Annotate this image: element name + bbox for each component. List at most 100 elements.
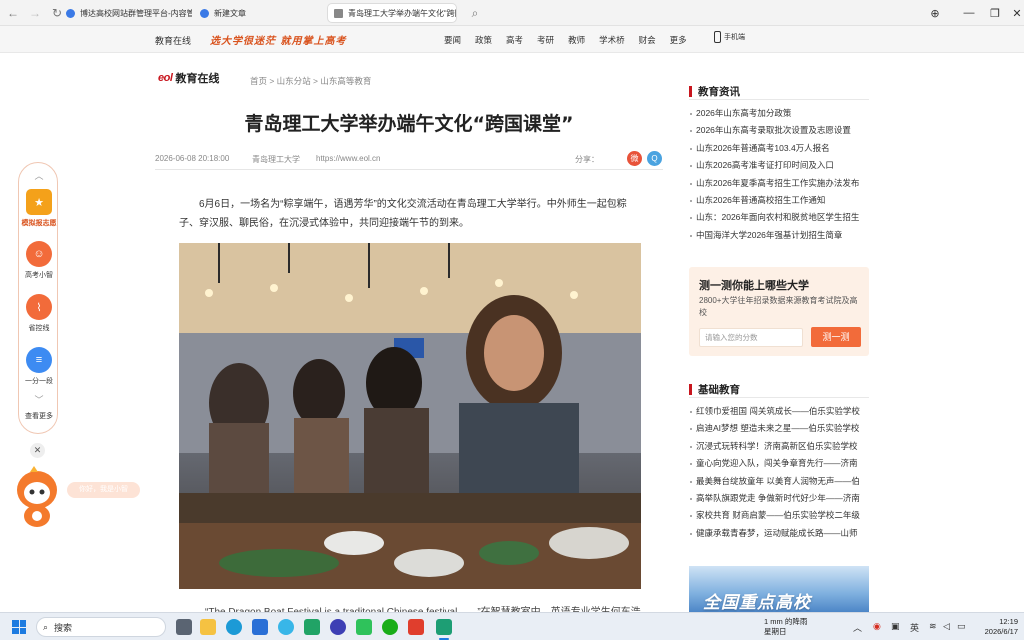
logo-mark: eol <box>158 72 173 84</box>
wps-icon[interactable] <box>408 619 424 635</box>
app-icon[interactable] <box>330 619 346 635</box>
weather-widget[interactable]: 1 mm 的降雨 星期日 <box>764 617 807 637</box>
quiz-submit-button[interactable]: 测一测 <box>811 327 861 347</box>
basic-edu-item[interactable]: 高举队旗跟党走 争做新时代好少年——济南 <box>689 490 869 507</box>
float-item-robot[interactable]: ☺ 高考小智 <box>19 241 59 280</box>
weibo-share-icon[interactable]: 微 <box>627 151 642 166</box>
article-url[interactable]: https://www.eol.cn <box>316 154 380 163</box>
menu-item[interactable]: 要闻 <box>444 34 461 46</box>
article-source: 青岛理工大学 <box>252 155 300 164</box>
tray-app-icon[interactable]: ▣ <box>891 621 900 632</box>
news-item[interactable]: 2026年山东高考录取批次设置及志愿设置 <box>689 122 869 139</box>
mobile-link[interactable]: 手机端 <box>714 31 745 43</box>
close-widget-icon[interactable]: ✕ <box>30 443 45 458</box>
task-view-icon[interactable] <box>176 619 192 635</box>
globe-icon[interactable]: ⊕ <box>922 0 948 26</box>
basic-edu-item[interactable]: 沉浸式玩转科学！济南高新区伯乐实验学校 <box>689 438 869 455</box>
article-date: 2026-06-08 20:18:00 <box>155 154 230 163</box>
windows-start-icon[interactable] <box>12 620 26 634</box>
edge-icon[interactable] <box>226 619 242 635</box>
volume-icon[interactable]: ◁ <box>943 621 950 632</box>
tab-title: 博达高校网站群管理平台-内容管理 <box>80 8 192 18</box>
view-more-link[interactable]: 查看更多 <box>19 411 59 421</box>
close-window-icon[interactable]: ✕ <box>1004 0 1024 26</box>
float-item-volunteer[interactable]: ★ 模拟报志愿 <box>19 189 59 228</box>
weather-text: 1 mm 的降雨 <box>764 617 808 626</box>
taskbar-search[interactable]: ⌕ 搜索 <box>36 617 166 637</box>
basic-edu-item[interactable]: 健康承载青春梦，运动赋能成长路——山师 <box>689 525 869 542</box>
active-app-icon[interactable] <box>436 619 452 635</box>
news-item[interactable]: 山东2026年普通高考103.4万人报名 <box>689 140 869 157</box>
basic-edu-item[interactable]: 启迪AI梦想 塑造未来之星——伯乐实验学校 <box>689 420 869 437</box>
key-university-banner[interactable]: 全国重点高校 <box>689 566 869 612</box>
minimize-icon[interactable]: — <box>956 0 982 26</box>
float-item-label: 一分一段 <box>25 378 53 385</box>
news-item[interactable]: 山东：2026年面向农村和脱贫地区学生招生 <box>689 209 869 226</box>
news-item[interactable]: 山东2026高考准考证打印时间及入口 <box>689 157 869 174</box>
eol-logo[interactable]: eol 教育在线 <box>158 70 219 86</box>
site-top-nav: 教育在线 选大学很迷茫 就用掌上高考 要闻 政策 高考 考研 教师 学术桥 财会… <box>0 26 1024 53</box>
score-quiz-box: 测一测你能上哪些大学 2800+大学往年招录数据来源教育考试院及高校 请输入您的… <box>689 267 869 356</box>
file-explorer-icon[interactable] <box>200 619 216 635</box>
tab-new-article[interactable]: 新建文章 <box>194 3 324 23</box>
qq-share-icon[interactable]: Q <box>647 151 662 166</box>
tray-chevron-icon[interactable]: ︿ <box>853 621 862 634</box>
floating-tool-bar: ︿ ★ 模拟报志愿 ☺ 高考小智 ⌇ 省控线 ≡ 一分一段 ﹀ 查看更多 <box>18 162 58 434</box>
site-brand-link[interactable]: 教育在线 <box>155 34 191 47</box>
section-title-basic: 基础教育 <box>689 382 740 397</box>
forward-icon[interactable]: → <box>26 4 44 22</box>
menu-item-more[interactable]: 更多 <box>670 34 687 46</box>
tab-article[interactable]: 青岛理工大学举办端午文化“跨国课 ✕ <box>327 3 457 23</box>
document-icon: ≡ <box>26 347 52 373</box>
breadcrumb[interactable]: 首页 > 山东分站 > 山东高等教育 <box>250 75 371 87</box>
back-icon[interactable]: ← <box>4 4 22 22</box>
chevron-up-icon[interactable]: ︿ <box>19 169 59 182</box>
menu-item[interactable]: 学术桥 <box>599 34 625 46</box>
basic-edu-item[interactable]: 红领巾爱祖国 闯关筑成长——伯乐实验学校 <box>689 403 869 420</box>
tab-content-management[interactable]: 博达高校网站群管理平台-内容管理 <box>60 3 192 23</box>
store-icon[interactable] <box>252 619 268 635</box>
weather-day: 星期日 <box>764 627 787 636</box>
clock-time: 12:19 <box>999 617 1018 626</box>
news-list: 2026年山东高考加分政策 2026年山东高考录取批次设置及志愿设置 山东202… <box>689 105 869 244</box>
article-meta: 2026-06-08 20:18:00 青岛理工大学 https://www.e… <box>155 150 663 170</box>
menu-item[interactable]: 高考 <box>506 34 523 46</box>
battery-icon[interactable]: ▭ <box>957 621 966 632</box>
menu-item[interactable]: 财会 <box>639 34 656 46</box>
taskbar-search-label: 搜索 <box>54 622 73 633</box>
mascot-bubble[interactable]: 你好，我是小智 <box>67 482 140 498</box>
basic-edu-item[interactable]: 童心向党迎入队，闯关争章育先行——济南 <box>689 455 869 472</box>
float-item-label: 高考小智 <box>25 272 53 279</box>
mascot-icon[interactable] <box>12 466 62 528</box>
float-item-control-line[interactable]: ⌇ 省控线 <box>19 294 59 333</box>
phone-icon <box>714 31 721 43</box>
app-icon[interactable] <box>304 619 320 635</box>
quiz-description: 2800+大学往年招录数据来源教育考试院及高校 <box>699 296 858 317</box>
menu-item[interactable]: 政策 <box>475 34 492 46</box>
float-item-score-rank[interactable]: ≡ 一分一段 <box>19 347 59 386</box>
score-input[interactable]: 请输入您的分数 <box>699 328 803 347</box>
quiz-title: 测一测你能上哪些大学 <box>699 280 809 292</box>
menu-item[interactable]: 考研 <box>537 34 554 46</box>
menu-item[interactable]: 教师 <box>568 34 585 46</box>
browser-icon[interactable] <box>278 619 294 635</box>
wechat-icon[interactable] <box>382 619 398 635</box>
chevron-down-icon[interactable]: ﹀ <box>19 393 59 406</box>
app-icon[interactable] <box>356 619 372 635</box>
news-item[interactable]: 山东2026年夏季高考招生工作实施办法发布 <box>689 175 869 192</box>
news-item[interactable]: 中国海洋大学2026年强基计划招生简章 <box>689 227 869 244</box>
news-item[interactable]: 2026年山东高考加分政策 <box>689 105 869 122</box>
security-icon[interactable]: ◉ <box>873 621 881 632</box>
basic-edu-item[interactable]: 家校共育 财商启蒙——伯乐实验学校二年级 <box>689 507 869 524</box>
windows-taskbar: ⌕ 搜索 1 mm 的降雨 星期日 ︿ ◉ ▣ 英 ≋ ◁ ▭ 12:19 20… <box>0 612 1024 640</box>
wifi-icon[interactable]: ≋ <box>929 621 937 632</box>
mobile-label: 手机端 <box>724 34 745 41</box>
logo-name: 教育在线 <box>175 73 220 85</box>
taskbar-clock[interactable]: 12:19 2026/6/17 <box>978 617 1018 637</box>
search-tabs-icon[interactable]: ⌕ <box>466 4 484 22</box>
ime-indicator[interactable]: 英 <box>910 621 919 634</box>
news-item[interactable]: 山东2026年普通高校招生工作通知 <box>689 192 869 209</box>
link-icon <box>334 8 343 18</box>
site-slogan[interactable]: 选大学很迷茫 就用掌上高考 <box>210 32 346 47</box>
basic-edu-item[interactable]: 最美舞台绽放童年 以美育人润物无声——伯 <box>689 473 869 490</box>
